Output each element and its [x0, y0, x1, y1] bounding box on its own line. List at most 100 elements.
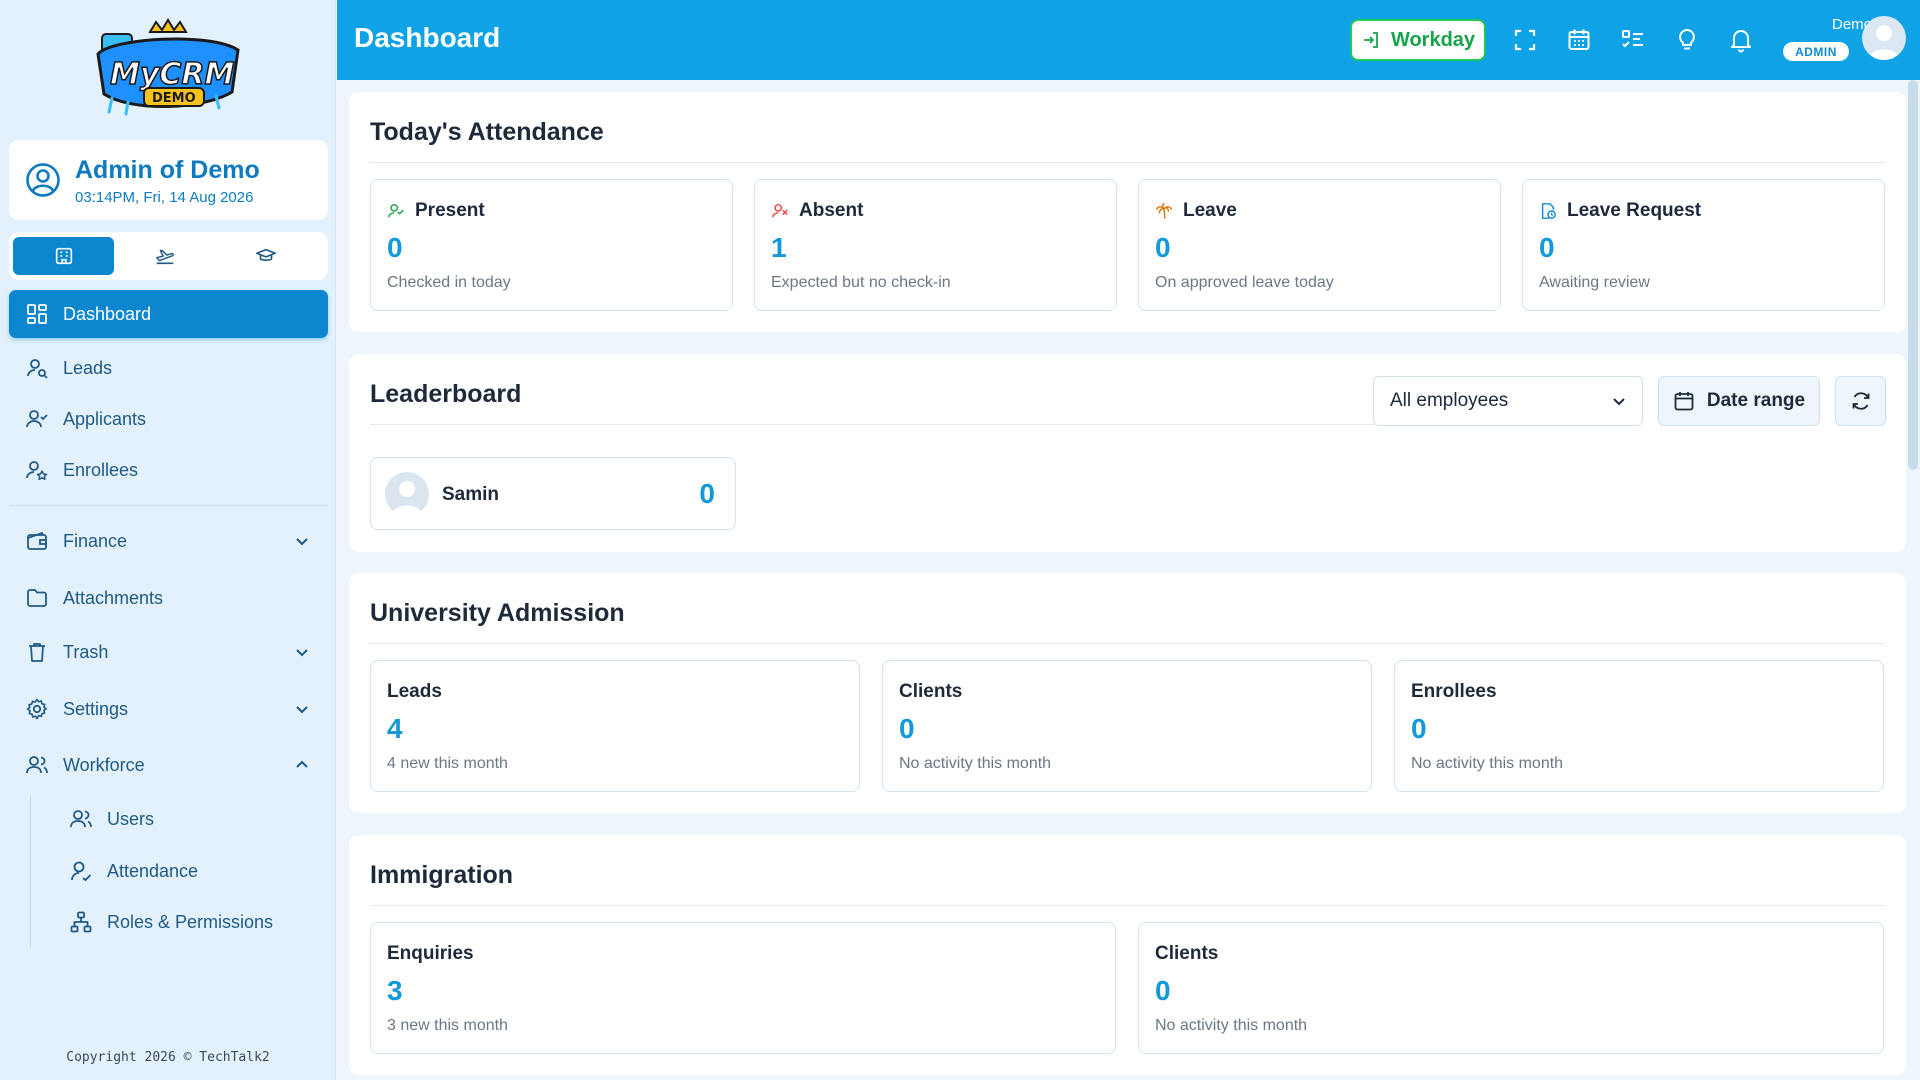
date-range-label: Date range	[1706, 390, 1806, 411]
sidebar-item-label: Settings	[63, 698, 129, 719]
sidebar-item-finance[interactable]: Finance	[9, 518, 328, 564]
sidebar-item-label: Dashboard	[63, 303, 152, 324]
date-range-button[interactable]: Date range	[1658, 376, 1820, 426]
immigration-title: Immigration	[370, 861, 514, 889]
present-value: 0	[387, 232, 403, 263]
checklist-icon	[1622, 30, 1643, 48]
copyright-text: Copyright 2026 © TechTalk2	[66, 1050, 270, 1065]
sidebar-item-attachments[interactable]: Attachments	[9, 575, 328, 621]
leaderboard-entry[interactable]: Samin 0	[370, 457, 736, 530]
attendance-title: Today's Attendance	[370, 118, 604, 146]
users-icon	[70, 810, 92, 828]
sidebar-item-users[interactable]: Users	[53, 796, 328, 842]
leave-subtext: On approved leave today	[1155, 274, 1334, 291]
graduation-cap-icon	[255, 248, 276, 261]
leave-request-value: 0	[1539, 232, 1555, 263]
top-header: Dashboard Workday Demo ADMIN	[337, 0, 1920, 80]
page-title: Dashboard	[354, 22, 501, 53]
sidebar-item-label: Enrollees	[63, 459, 139, 480]
sidebar-item-label: Workforce	[63, 754, 145, 775]
sidebar-item-label: Users	[107, 808, 155, 829]
user-card[interactable]: Admin of Demo 03:14PM, Fri, 14 Aug 2026	[9, 140, 328, 220]
leaderboard-title: Leaderboard	[370, 380, 522, 408]
absent-label-row: Absent	[771, 200, 863, 222]
leave-request-card[interactable]: Leave Request 0 Awaiting review	[1522, 179, 1885, 311]
university-clients-subtext: No activity this month	[899, 755, 1052, 772]
refresh-icon	[1852, 392, 1869, 410]
fullscreen-button[interactable]	[1512, 27, 1538, 53]
university-leads-value: 4	[387, 713, 403, 744]
chevron-down-icon	[296, 649, 308, 657]
immigration-enquiries-value: 3	[387, 975, 403, 1006]
employee-filter-value: All employees	[1390, 390, 1509, 411]
plane-icon	[155, 249, 174, 265]
leave-card[interactable]: Leave 0 On approved leave today	[1138, 179, 1501, 311]
palm-tree-icon	[1156, 203, 1172, 219]
absent-card[interactable]: Absent 1 Expected but no check-in	[754, 179, 1117, 311]
dashboard-grid-icon	[27, 304, 47, 324]
mode-travel-button[interactable]	[114, 237, 215, 275]
lightbulb-icon	[1679, 29, 1695, 50]
user-star-icon	[26, 461, 48, 481]
section-divider	[370, 905, 1885, 906]
user-circle-icon	[26, 163, 60, 197]
present-label: Present	[415, 200, 485, 221]
employee-filter-select[interactable]: All employees	[1373, 376, 1643, 426]
immigration-enquiries-subtext: 3 new this month	[387, 1017, 508, 1034]
app-logo[interactable]: MyCRM DEMO	[92, 18, 244, 122]
sign-in-icon	[1363, 32, 1378, 48]
section-divider	[370, 643, 1885, 644]
university-clients-card[interactable]: Clients 0 No activity this month	[882, 660, 1372, 792]
user-role-badge: ADMIN	[1783, 42, 1849, 61]
wallet-icon	[27, 531, 47, 550]
header-user-name[interactable]: Demo	[1796, 16, 1872, 33]
immigration-enquiries-card[interactable]: Enquiries 3 3 new this month	[370, 922, 1116, 1054]
sidebar-item-applicants[interactable]: Applicants	[9, 396, 328, 442]
calendar-icon	[1674, 392, 1694, 411]
university-leads-card[interactable]: Leads 4 4 new this month	[370, 660, 860, 792]
avatar-placeholder-icon	[391, 481, 423, 516]
avatar-placeholder-icon	[1868, 25, 1900, 60]
absent-label: Absent	[799, 200, 864, 221]
main-scrollbar[interactable]	[1908, 80, 1918, 470]
sidebar-item-settings[interactable]: Settings	[9, 686, 328, 732]
leave-label: Leave	[1183, 200, 1237, 221]
sidebar: MyCRM DEMO Admin of Demo 03:14PM, Fri, 1…	[0, 0, 336, 1080]
leave-label-row: Leave	[1155, 200, 1237, 222]
user-check-icon	[26, 410, 48, 428]
tasks-button[interactable]	[1620, 27, 1646, 53]
leave-value: 0	[1155, 232, 1171, 263]
immigration-clients-card[interactable]: Clients 0 No activity this month	[1138, 922, 1884, 1054]
calendar-button[interactable]	[1566, 27, 1592, 53]
notifications-button[interactable]	[1728, 27, 1754, 53]
calendar-icon	[1568, 29, 1590, 50]
university-title: University Admission	[370, 599, 625, 627]
tips-button[interactable]	[1674, 27, 1700, 53]
refresh-button[interactable]	[1835, 376, 1886, 426]
sidebar-item-trash[interactable]: Trash	[9, 629, 328, 675]
workday-button[interactable]: Workday	[1350, 19, 1486, 61]
immigration-clients-subtext: No activity this month	[1155, 1017, 1308, 1034]
svg-text:MyCRM: MyCRM	[110, 57, 235, 92]
sidebar-item-enrollees[interactable]: Enrollees	[9, 447, 328, 493]
logo-graphic: MyCRM DEMO	[96, 18, 240, 116]
bell-icon	[1731, 30, 1751, 53]
sidebar-item-label: Leads	[63, 357, 113, 378]
chevron-up-icon	[296, 760, 308, 768]
university-enrollees-card[interactable]: Enrollees 0 No activity this month	[1394, 660, 1884, 792]
header-avatar[interactable]	[1862, 16, 1906, 60]
immigration-clients-value: 0	[1155, 975, 1171, 1006]
chevron-down-icon	[296, 538, 308, 546]
sidebar-item-roles-permissions[interactable]: Roles & Permissions	[53, 899, 328, 945]
leave-request-label: Leave Request	[1567, 200, 1702, 221]
sidebar-item-attendance[interactable]: Attendance	[53, 848, 328, 894]
sidebar-item-label: Attachments	[63, 587, 164, 608]
mode-education-button[interactable]	[215, 237, 316, 275]
sidebar-item-workforce[interactable]: Workforce	[9, 742, 328, 788]
present-card[interactable]: Present 0 Checked in today	[370, 179, 733, 311]
gear-icon	[26, 698, 47, 720]
university-enrollees-value: 0	[1411, 713, 1427, 744]
sidebar-item-dashboard[interactable]: Dashboard	[9, 290, 328, 338]
mode-building-button[interactable]	[13, 237, 114, 275]
sidebar-item-leads[interactable]: Leads	[9, 345, 328, 391]
